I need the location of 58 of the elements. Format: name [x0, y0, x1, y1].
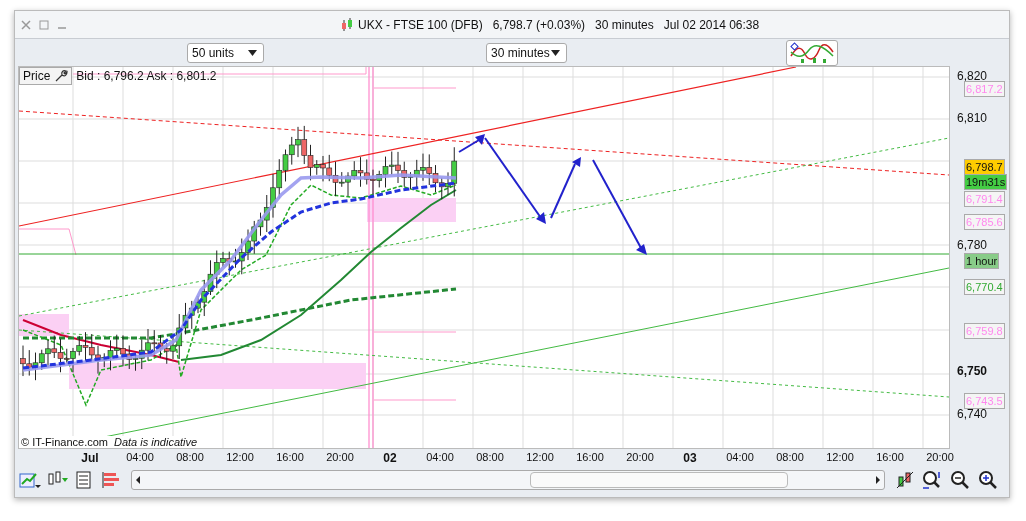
- time-tick-label: 04:00: [725, 451, 755, 463]
- time-tick-label: 03: [682, 451, 698, 465]
- time-tick-label: 16:00: [575, 451, 605, 463]
- caret-icon: [551, 49, 560, 56]
- copyright-text: © IT-Finance.com: [21, 436, 108, 448]
- bars-icon[interactable]: [99, 470, 121, 490]
- candlestick-icon: [341, 16, 353, 33]
- chart-type-icon[interactable]: [19, 470, 41, 490]
- bid-ask-text: Bid : 6,796.2 Ask : 6,801.2: [76, 69, 217, 83]
- interval-text: 30 minutes: [595, 17, 654, 32]
- report-icon[interactable]: [75, 470, 93, 490]
- indicators-button[interactable]: [786, 39, 838, 66]
- price-tag: 6,770.4: [964, 279, 1005, 295]
- quote-text: 6,798.7 (+0.03%): [492, 17, 586, 32]
- price-tick-label: 6,810: [957, 110, 988, 127]
- time-tick-label: 04:00: [125, 451, 155, 463]
- zoom-out-icon[interactable]: [949, 470, 971, 490]
- time-tick-label: 12:00: [825, 451, 855, 463]
- price-tag: 6,785.6: [964, 214, 1005, 230]
- price-tag: 19m31s: [964, 174, 1008, 190]
- maximize-icon[interactable]: [39, 19, 49, 30]
- price-tick-label: 6,820: [957, 68, 988, 84]
- price-tag: 6,798.7: [964, 159, 1005, 175]
- time-tick-label: 08:00: [775, 451, 805, 463]
- units-dropdown[interactable]: 50 units: [187, 42, 264, 63]
- wrench-icon: [54, 69, 69, 83]
- zoom-in-icon[interactable]: [977, 470, 999, 490]
- time-tick-label: 20:00: [625, 451, 655, 463]
- price-tag: 6,759.8: [964, 323, 1005, 339]
- price-tag: 6,791.4: [964, 191, 1005, 207]
- time-tick-label: 12:00: [225, 451, 255, 463]
- time-tick-label: 08:00: [475, 451, 505, 463]
- window-title: UKX - FTSE 100 (DFB): [358, 17, 483, 32]
- time-tick-label: 04:00: [425, 451, 455, 463]
- time-tick-label: 16:00: [275, 451, 305, 463]
- caret-icon: [248, 49, 257, 56]
- price-tag: 6,743.5: [964, 393, 1005, 409]
- price-tick-label: 6,740: [957, 406, 988, 422]
- time-tick-label: 20:00: [925, 451, 955, 463]
- chart-settings-icon[interactable]: [895, 470, 915, 490]
- indicative-note: Data is indicative: [113, 436, 198, 448]
- price-button[interactable]: Price: [19, 67, 73, 85]
- interval-dropdown[interactable]: 30 minutes: [486, 42, 567, 63]
- time-tick-label: 08:00: [175, 451, 205, 463]
- time-tick-label: Jul: [80, 451, 100, 465]
- price-tick-label: 6,780: [957, 236, 988, 253]
- time-tick-label: 02: [382, 451, 398, 465]
- zoom-fit-icon[interactable]: [921, 470, 943, 490]
- close-icon[interactable]: [21, 19, 31, 30]
- horizontal-scrollbar[interactable]: [131, 470, 885, 490]
- price-tick-label: 6,750: [957, 363, 988, 380]
- price-tag: 6,817.2: [964, 81, 1005, 97]
- time-tick-label: 20:00: [325, 451, 355, 463]
- time-tick-label: 12:00: [525, 451, 555, 463]
- timestamp-text: Jul 02 2014 06:38: [663, 17, 760, 32]
- price-tag: 1 hour: [964, 253, 1000, 269]
- time-tick-label: 16:00: [875, 451, 905, 463]
- scroll-thumb[interactable]: [530, 472, 788, 488]
